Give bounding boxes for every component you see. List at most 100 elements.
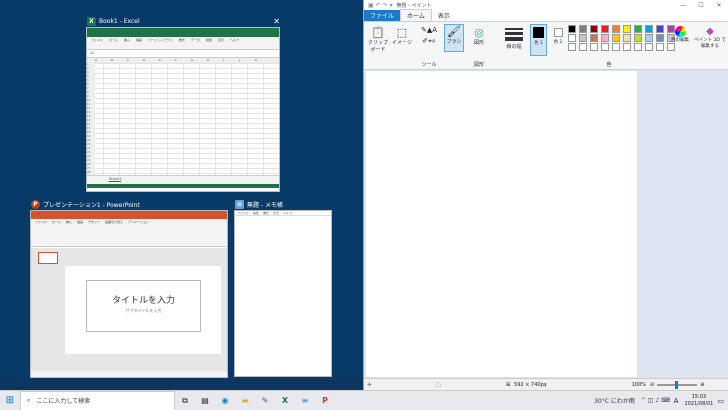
clipboard-button[interactable]: 📋 クリップボード xyxy=(367,26,389,53)
spreadsheet-grid: 1 2 3 4 5 6 7 8 9 10 11 12 13 14 15 16 17 18 19 20 21 22 23 24 2… xyxy=(87,63,279,175)
palette-swatch[interactable] xyxy=(601,43,609,51)
excel-title: Book1 - Excel xyxy=(99,18,140,25)
zoom-out-button[interactable]: ⊖ xyxy=(650,382,654,388)
title-placeholder[interactable]: タイトルを入力 サブタイトルを入力 xyxy=(86,280,201,332)
notepad-thumbnail[interactable]: ファイル 編集 書式 表示 ヘルプ xyxy=(234,210,332,377)
clock[interactable]: 15:03 2021/08/01 xyxy=(685,394,714,408)
tools-group-label: ツール xyxy=(421,62,437,68)
palette-swatch[interactable] xyxy=(656,25,664,33)
notepad-thumbnail-title[interactable]: ≡ 無題 - メモ帳 xyxy=(235,200,283,209)
palette-swatch[interactable] xyxy=(568,34,576,42)
image-button[interactable]: ⬚ イメージ xyxy=(391,26,413,46)
palette-swatch[interactable] xyxy=(612,43,620,51)
tool-icons[interactable]: ✎▲A ✐⌖⌕ xyxy=(416,25,442,47)
tab-file[interactable]: ファイル xyxy=(364,10,401,21)
palette-swatch[interactable] xyxy=(579,34,587,42)
search-icon: ⌕ xyxy=(27,396,31,404)
ppt-thumbnail-title[interactable]: P プレゼンテーション1 - PowerPoint xyxy=(31,200,140,209)
color1-swatch xyxy=(533,27,544,38)
palette-swatch[interactable] xyxy=(579,43,587,51)
colors-group-label: 色 xyxy=(606,62,612,68)
palette-swatch[interactable] xyxy=(634,34,642,42)
palette-swatch[interactable] xyxy=(568,43,576,51)
maximize-button[interactable]: ☐ xyxy=(692,2,710,9)
slide-thumbnail[interactable] xyxy=(38,252,58,264)
drawing-canvas[interactable] xyxy=(366,71,637,377)
paint-taskbar-icon[interactable]: ✎ xyxy=(255,391,275,410)
palette-swatch[interactable] xyxy=(634,25,642,33)
notification-icon[interactable]: ▭ xyxy=(717,397,724,405)
tab-home[interactable]: ホーム xyxy=(400,9,432,21)
palette-swatch[interactable] xyxy=(612,25,620,33)
close-icon[interactable]: ✕ xyxy=(273,17,280,26)
paint3d-button[interactable]: ◆ ペイント 3D で編集する xyxy=(694,26,726,49)
palette-swatch[interactable] xyxy=(590,43,598,51)
sheet-tab[interactable]: Sheet1 xyxy=(109,177,122,182)
palette-swatch[interactable] xyxy=(634,43,642,51)
color-wheel-icon xyxy=(674,26,686,37)
paint-window: ▣ ↶ ↷ ▾ 無題 - ペイント — ☐ ✕ ファイル ホーム 表示 📋 クリ… xyxy=(363,0,728,390)
formula-bar: A1 xyxy=(87,50,279,58)
notepad-taskbar-icon[interactable]: ≡ xyxy=(295,391,315,410)
palette-swatch[interactable] xyxy=(612,34,620,42)
news-icon[interactable]: ▤ xyxy=(195,391,215,410)
edit-colors-button[interactable]: 色の編集 xyxy=(668,26,692,43)
shapes-button[interactable]: ◎ 図形 xyxy=(468,26,490,46)
excel-thumbnail[interactable]: ファイル ホーム 挿入 描画 ページ レイアウト 数式 データ 校閲 表示 ヘルプ A1 ABCD… xyxy=(86,27,280,192)
palette-swatch[interactable] xyxy=(645,25,653,33)
palette-swatch[interactable] xyxy=(568,25,576,33)
shapes-icon: ◎ xyxy=(474,26,484,39)
palette-swatch[interactable] xyxy=(601,25,609,33)
paint3d-icon: ◆ xyxy=(706,26,714,37)
close-button[interactable]: ✕ xyxy=(710,2,728,9)
palette-swatch[interactable] xyxy=(601,34,609,42)
quick-access-icons[interactable]: ▣ ↶ ↷ ▾ xyxy=(364,2,396,9)
ppt-titlebar xyxy=(31,211,227,219)
slide-canvas: タイトルを入力 サブタイトルを入力 xyxy=(65,266,221,354)
palette-swatch[interactable] xyxy=(656,34,664,42)
palette-swatch[interactable] xyxy=(645,43,653,51)
brush-button[interactable]: 🖌 ブラシ xyxy=(444,24,464,52)
excel-taskbar-icon[interactable]: X xyxy=(275,391,295,410)
edge-icon[interactable]: ◉ xyxy=(215,391,235,410)
explorer-icon[interactable]: ▬ xyxy=(235,391,255,410)
clipboard-icon: 📋 xyxy=(371,26,385,39)
tray-icons[interactable]: ⌃ ◫ ♪ ⌨ xyxy=(641,397,670,404)
ppt-thumbnail[interactable]: ファイル ホーム 挿入 描画 デザイン 画面切り替え アニメーション タイトルを入力 サブタ… xyxy=(30,210,228,378)
ime-indicator[interactable]: A xyxy=(674,397,679,405)
palette-swatch[interactable] xyxy=(656,43,664,51)
ppt-status xyxy=(31,371,227,377)
excel-titlebar xyxy=(87,28,279,37)
color1-button[interactable]: 色 1 xyxy=(530,24,547,56)
palette-swatch[interactable] xyxy=(623,25,631,33)
start-button[interactable]: ⊞ xyxy=(0,391,20,410)
weather[interactable]: 30°C にわか雨 xyxy=(594,396,635,405)
palette-swatch[interactable] xyxy=(623,43,631,51)
palette-swatch[interactable] xyxy=(579,25,587,33)
notepad-title: 無題 - メモ帳 xyxy=(247,202,283,209)
palette-swatch[interactable] xyxy=(623,34,631,42)
search-box[interactable]: ⌕ ここに入力して検索 xyxy=(20,390,175,410)
minimize-button[interactable]: — xyxy=(674,2,692,9)
palette-swatch[interactable] xyxy=(590,34,598,42)
task-view-icon[interactable]: ⧉ xyxy=(175,391,195,410)
canvas-size-icon: ⊞ xyxy=(505,381,511,388)
canvas-size: 592 × 740px xyxy=(514,381,547,388)
line-width-button[interactable]: 線の幅 xyxy=(502,26,526,50)
notepad-icon: ≡ xyxy=(235,200,244,209)
color-palette[interactable] xyxy=(568,25,675,51)
palette-swatch[interactable] xyxy=(590,25,598,33)
slide-subtitle: サブタイトルを入力 xyxy=(125,308,162,313)
tab-view[interactable]: 表示 xyxy=(432,10,456,21)
ppt-ribbon xyxy=(31,225,227,247)
zoom-slider[interactable] xyxy=(657,380,698,389)
sheet-tabs: Sheet1 xyxy=(87,175,279,184)
excel-thumbnail-title[interactable]: X Book1 - Excel ✕ xyxy=(87,17,280,26)
palette-swatch[interactable] xyxy=(645,34,653,42)
palette-swatch[interactable] xyxy=(667,43,675,51)
zoom-in-button[interactable]: ⊕ xyxy=(700,382,704,388)
ribbon: 📋 クリップボード ⬚ イメージ ✎▲A ✐⌖⌕ ツール 🖌 ブラシ ◎ 図形 図… xyxy=(364,22,728,70)
powerpoint-taskbar-icon[interactable]: P xyxy=(315,391,335,410)
excel-ribbon xyxy=(87,42,279,50)
color2-button[interactable]: 色 2 xyxy=(550,24,566,56)
